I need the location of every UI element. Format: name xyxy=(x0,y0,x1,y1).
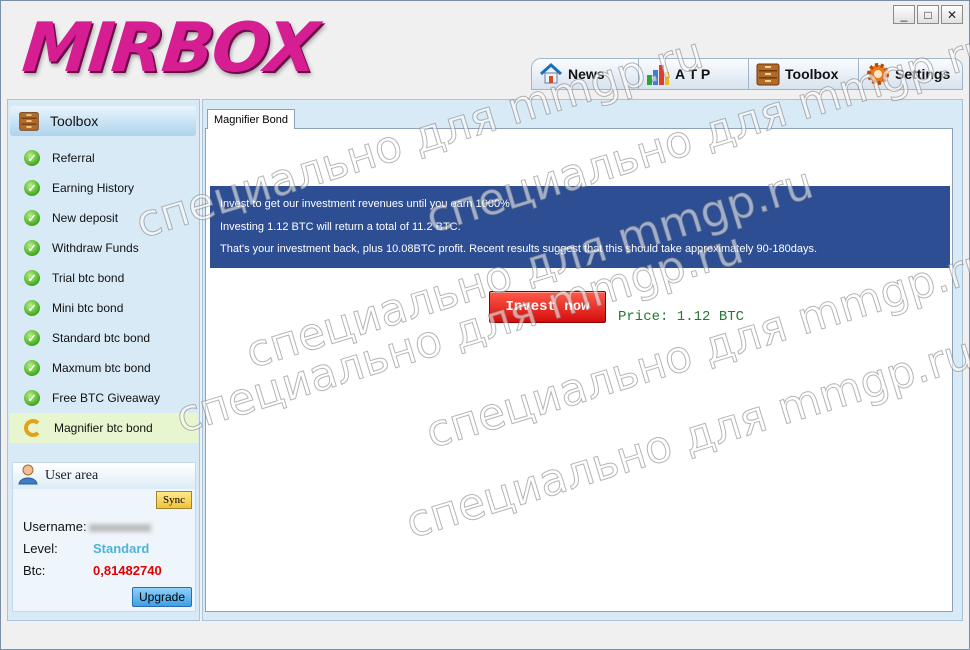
window-controls: _ □ ✕ xyxy=(893,5,963,24)
nav-news-label: News xyxy=(568,66,605,82)
maximize-button[interactable]: □ xyxy=(917,5,939,24)
nav-atp-label: A T P xyxy=(675,66,711,82)
sidebar-item-free-btc-giveaway[interactable]: ✓ Free BTC Giveaway xyxy=(10,383,198,413)
tab-page: Invest to get our investment revenues un… xyxy=(205,128,953,612)
user-area-header: User area xyxy=(13,463,195,489)
check-icon: ✓ xyxy=(24,390,40,406)
check-icon: ✓ xyxy=(24,360,40,376)
banner-line: Invest to get our investment revenues un… xyxy=(220,198,510,210)
nav-news-button[interactable]: News xyxy=(531,58,638,90)
toolbox-icon xyxy=(16,108,42,134)
sidebar-item-label: Referral xyxy=(52,151,95,165)
nav-settings-label: Settings xyxy=(895,66,951,82)
sidebar-item-earning-history[interactable]: ✓ Earning History xyxy=(10,173,198,203)
sidebar-item-trial-btc-bond[interactable]: ✓ Trial btc bond xyxy=(10,263,198,293)
app-window: _ □ ✕ MIRBOX News A T P Toolbox Settings… xyxy=(0,0,970,650)
sidebar-item-mini-btc-bond[interactable]: ✓ Mini btc bond xyxy=(10,293,198,323)
btc-balance: 0,81482740 xyxy=(93,563,162,578)
close-button[interactable]: ✕ xyxy=(941,5,963,24)
house-icon xyxy=(538,61,564,87)
sidebar-item-label: Magnifier btc bond xyxy=(54,421,153,435)
sidebar-item-standard-btc-bond[interactable]: ✓ Standard btc bond xyxy=(10,323,198,353)
level-label: Level: xyxy=(23,541,58,556)
check-icon: ✓ xyxy=(24,270,40,286)
user-area-panel: User area Sync Username: Level: Standard… xyxy=(12,462,196,612)
sidebar-item-label: Earning History xyxy=(52,181,135,195)
username-row: Username: xyxy=(23,519,151,534)
check-icon: ✓ xyxy=(24,150,40,166)
sidebar-title: Toolbox xyxy=(50,113,99,129)
sidebar-item-withdraw-funds[interactable]: ✓ Withdraw Funds xyxy=(10,233,198,263)
username-label: Username: xyxy=(23,519,87,534)
sidebar-item-label: Maxmum btc bond xyxy=(52,361,151,375)
sidebar-item-label: Standard btc bond xyxy=(52,331,151,345)
main-panel: Magnifier Bond Invest to get our investm… xyxy=(202,99,963,621)
refresh-icon xyxy=(24,419,42,437)
invest-now-button[interactable]: Invest now xyxy=(489,291,606,323)
nav-atp-button[interactable]: A T P xyxy=(638,58,748,90)
sidebar-item-new-deposit[interactable]: ✓ New deposit xyxy=(10,203,198,233)
check-icon: ✓ xyxy=(24,180,40,196)
check-icon: ✓ xyxy=(24,330,40,346)
check-icon: ✓ xyxy=(24,240,40,256)
banner-line: That's your investment back, plus 10.08B… xyxy=(220,243,818,255)
user-icon xyxy=(17,463,39,490)
bar-chart-icon xyxy=(645,61,671,87)
level-value: Standard xyxy=(93,541,150,556)
toolbox-icon xyxy=(755,61,781,87)
sidebar-header: Toolbox xyxy=(10,106,196,136)
sidebar-item-label: New deposit xyxy=(52,211,119,225)
sidebar-item-magnifier-btc-bond[interactable]: Magnifier btc bond xyxy=(10,413,198,443)
sidebar-item-referral[interactable]: ✓ Referral xyxy=(10,143,198,173)
username-value-redacted xyxy=(88,523,151,532)
btc-label: Btc: xyxy=(23,563,46,578)
nav-toolbox-label: Toolbox xyxy=(785,66,839,82)
sidebar-item-maxmum-btc-bond[interactable]: ✓ Maxmum btc bond xyxy=(10,353,198,383)
sidebar-menu: ✓ Referral ✓ Earning History ✓ New deposit … xyxy=(10,143,198,443)
nav-toolbox-button[interactable]: Toolbox xyxy=(748,58,858,90)
sync-button[interactable]: Sync xyxy=(156,491,192,509)
banner-line: Investing 1.12 BTC will return a total o… xyxy=(220,221,461,233)
minimize-button[interactable]: _ xyxy=(893,5,915,24)
check-icon: ✓ xyxy=(24,210,40,226)
sidebar: Toolbox ✓ Referral ✓ Earning History ✓ New … xyxy=(7,99,200,621)
info-banner: Invest to get our investment revenues un… xyxy=(210,186,950,268)
price-label: Price: 1.12 BTC xyxy=(618,309,745,325)
app-logo: MIRBOX xyxy=(18,9,321,88)
check-icon: ✓ xyxy=(24,300,40,316)
tab-magnifier-bond[interactable]: Magnifier Bond xyxy=(207,109,295,129)
sidebar-item-label: Trial btc bond xyxy=(52,271,125,285)
user-area-title: User area xyxy=(45,468,99,483)
upgrade-button[interactable]: Upgrade xyxy=(132,587,192,607)
nav-settings-button[interactable]: Settings xyxy=(858,58,963,90)
top-navigation: News A T P Toolbox Settings xyxy=(531,58,963,90)
sidebar-item-label: Withdraw Funds xyxy=(52,241,139,255)
gear-icon xyxy=(865,61,891,87)
sidebar-item-label: Mini btc bond xyxy=(52,301,124,315)
sidebar-item-label: Free BTC Giveaway xyxy=(52,391,161,405)
